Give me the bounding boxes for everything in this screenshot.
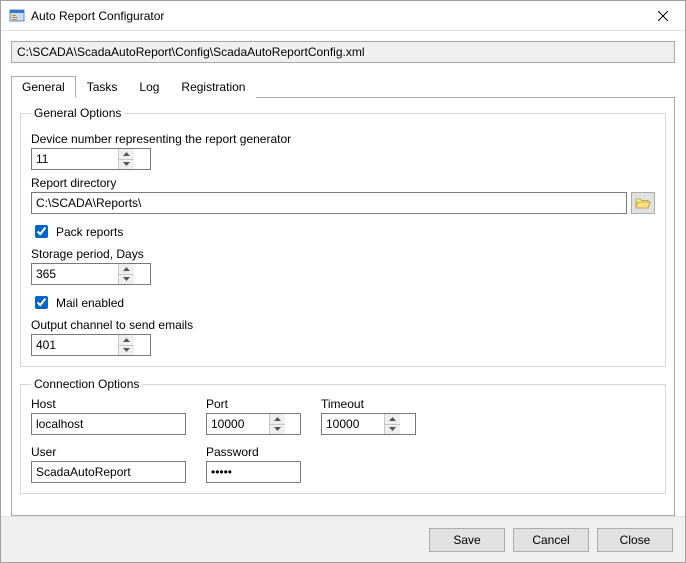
user-input[interactable] [31, 461, 186, 483]
spinner-down-button[interactable] [119, 275, 134, 285]
port-input[interactable] [207, 414, 269, 434]
spinner-up-button[interactable] [270, 414, 285, 425]
tab-log[interactable]: Log [128, 76, 170, 98]
chevron-down-icon [123, 162, 130, 166]
footer: Save Cancel Close [1, 516, 685, 562]
titlebar: Auto Report Configurator [1, 1, 685, 31]
window-close-button[interactable] [640, 1, 685, 30]
spinner-down-button[interactable] [119, 346, 134, 356]
mail-enabled-checkbox[interactable] [35, 296, 48, 309]
mail-enabled-label: Mail enabled [56, 296, 124, 310]
timeout-spinner[interactable] [321, 413, 416, 435]
cancel-button[interactable]: Cancel [513, 528, 589, 552]
chevron-up-icon [123, 338, 130, 342]
spinner-arrows [269, 414, 285, 434]
device-number-input[interactable] [32, 149, 118, 169]
connection-options-legend: Connection Options [31, 377, 142, 391]
host-label: Host [31, 397, 186, 411]
app-icon [9, 8, 25, 24]
spinner-up-button[interactable] [385, 414, 400, 425]
device-number-spinner[interactable] [31, 148, 151, 170]
content-area: General Tasks Log Registration General O… [1, 31, 685, 516]
report-dir-label: Report directory [31, 176, 655, 190]
spinner-up-button[interactable] [119, 149, 134, 160]
app-window: Auto Report Configurator General Tasks L… [0, 0, 686, 563]
tab-panel-general: General Options Device number representi… [11, 98, 675, 516]
spinner-down-button[interactable] [119, 160, 134, 170]
host-input[interactable] [31, 413, 186, 435]
chevron-up-icon [389, 417, 396, 421]
close-icon [658, 11, 668, 21]
chevron-down-icon [274, 427, 281, 431]
connection-options-group: Connection Options Host Port [20, 377, 666, 494]
pack-reports-check[interactable]: Pack reports [31, 222, 655, 241]
chevron-down-icon [123, 348, 130, 352]
tab-registration[interactable]: Registration [170, 76, 256, 98]
pack-reports-checkbox[interactable] [35, 225, 48, 238]
port-label: Port [206, 397, 301, 411]
output-channel-spinner[interactable] [31, 334, 151, 356]
close-button[interactable]: Close [597, 528, 673, 552]
spinner-up-button[interactable] [119, 264, 134, 275]
port-spinner[interactable] [206, 413, 301, 435]
password-label: Password [206, 445, 301, 459]
password-input[interactable] [206, 461, 301, 483]
device-number-label: Device number representing the report ge… [31, 132, 655, 146]
timeout-input[interactable] [322, 414, 384, 434]
window-title: Auto Report Configurator [31, 9, 640, 23]
chevron-down-icon [389, 427, 396, 431]
tab-tasks[interactable]: Tasks [76, 76, 129, 98]
chevron-down-icon [123, 277, 130, 281]
chevron-up-icon [123, 267, 130, 271]
folder-open-icon [635, 196, 651, 210]
storage-period-input[interactable] [32, 264, 118, 284]
spinner-down-button[interactable] [270, 425, 285, 435]
spinner-arrows [118, 149, 134, 169]
spinner-arrows [118, 264, 134, 284]
tab-general[interactable]: General [11, 76, 76, 98]
spinner-down-button[interactable] [385, 425, 400, 435]
save-button[interactable]: Save [429, 528, 505, 552]
spinner-arrows [384, 414, 400, 434]
timeout-label: Timeout [321, 397, 416, 411]
user-label: User [31, 445, 186, 459]
report-dir-input[interactable] [31, 192, 627, 214]
mail-enabled-check[interactable]: Mail enabled [31, 293, 655, 312]
browse-dir-button[interactable] [631, 192, 655, 214]
config-path-field[interactable] [11, 41, 675, 63]
storage-period-label: Storage period, Days [31, 247, 655, 261]
storage-period-spinner[interactable] [31, 263, 151, 285]
output-channel-input[interactable] [32, 335, 118, 355]
output-channel-label: Output channel to send emails [31, 318, 655, 332]
chevron-up-icon [274, 417, 281, 421]
tabstrip: General Tasks Log Registration [11, 75, 675, 98]
pack-reports-label: Pack reports [56, 225, 123, 239]
spinner-arrows [118, 335, 134, 355]
chevron-up-icon [123, 152, 130, 156]
general-options-group: General Options Device number representi… [20, 106, 666, 367]
general-options-legend: General Options [31, 106, 124, 120]
spinner-up-button[interactable] [119, 335, 134, 346]
